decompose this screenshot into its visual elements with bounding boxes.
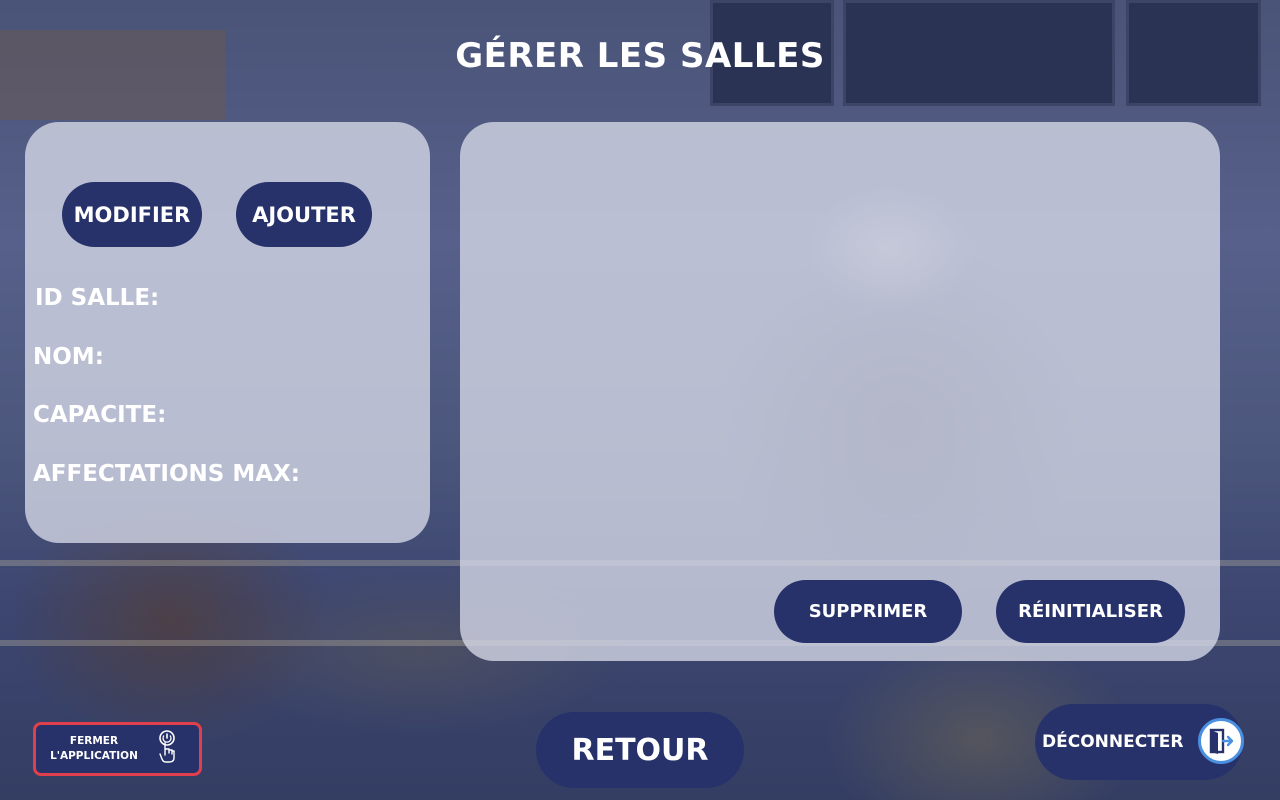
logout-label: DÉCONNECTER bbox=[1042, 732, 1184, 752]
add-button[interactable]: AJOUTER bbox=[236, 182, 372, 247]
page-title: GÉRER LES SALLES bbox=[455, 36, 825, 76]
back-button[interactable]: RETOUR bbox=[536, 712, 744, 788]
close-app-button[interactable]: FERMER L'APPLICATION bbox=[33, 722, 202, 776]
delete-button[interactable]: SUPPRIMER bbox=[774, 580, 962, 643]
reset-button[interactable]: RÉINITIALISER bbox=[996, 580, 1185, 643]
door-exit-icon[interactable] bbox=[1198, 718, 1244, 764]
power-hand-icon bbox=[156, 729, 178, 769]
modify-button[interactable]: MODIFIER bbox=[62, 182, 202, 247]
close-app-label: FERMER L'APPLICATION bbox=[50, 735, 138, 762]
room-id-label: ID SALLE: bbox=[35, 285, 160, 311]
room-max-assignments-label: AFFECTATIONS MAX: bbox=[33, 461, 300, 487]
room-name-label: NOM: bbox=[33, 344, 104, 370]
room-capacity-label: CAPACITE: bbox=[33, 402, 167, 428]
